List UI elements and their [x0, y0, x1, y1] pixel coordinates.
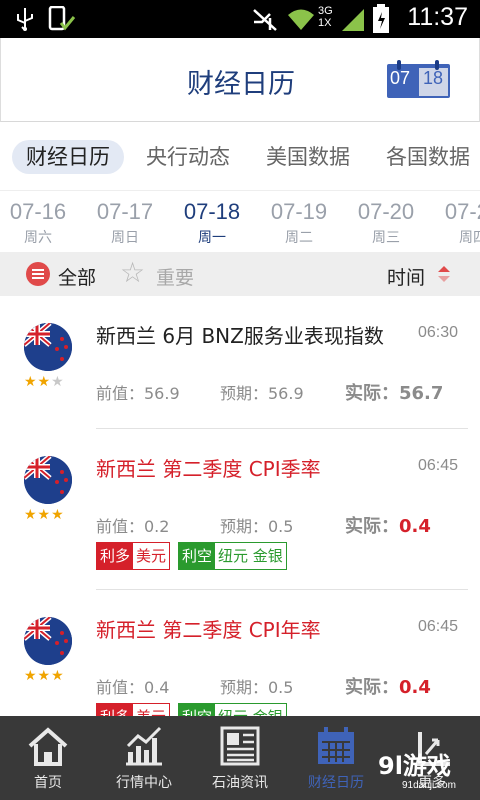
divider	[96, 428, 468, 429]
event-time: 06:45	[418, 618, 459, 635]
forecast-value: 预期：0.5	[220, 678, 294, 697]
bearish-tag: 利空纽元 金银	[178, 542, 287, 570]
date-item[interactable]: 07-20 周三	[346, 199, 426, 247]
home-icon	[28, 727, 68, 766]
category-tabs: 财经日历 央行动态 美国数据 各国数据	[0, 130, 480, 186]
date-item-selected[interactable]: 07-18 周一	[172, 199, 252, 247]
actual-value: 实际：0.4	[345, 677, 431, 698]
forecast-value: 预期：56.9	[220, 384, 304, 403]
nav-home[interactable]: 首页	[0, 716, 96, 800]
tab-country-data[interactable]: 各国数据	[386, 140, 470, 174]
importance-stars: ★★★	[24, 668, 65, 684]
event-time: 06:30	[418, 324, 459, 341]
nz-flag-icon	[24, 323, 72, 371]
nav-oil-news[interactable]: 石油资讯	[192, 716, 288, 800]
previous-value: 前值：0.4	[96, 678, 170, 697]
list-icon[interactable]	[26, 262, 50, 286]
watermark-logo: 9l游戏 91danji.com	[378, 752, 456, 791]
bullish-tag: 利多美元	[96, 542, 171, 570]
calendar-date-button[interactable]: 07 18	[387, 60, 450, 98]
battery-icon	[373, 4, 389, 33]
event-title: 新西兰 6月 BNZ服务业表现指数	[96, 324, 384, 348]
event-time: 06:45	[418, 457, 459, 474]
filter-all[interactable]: 全部	[58, 263, 96, 290]
date-strip: 07-16 周六 07-17 周日 07-18 周一 07-19 周二 07-20 周三 …	[0, 190, 480, 252]
nz-flag-icon	[24, 456, 72, 504]
status-time: 11:37	[407, 3, 468, 31]
calendar-icon	[318, 727, 354, 764]
status-bar: 3G 1X 11:37	[0, 0, 480, 38]
usb-icon	[17, 8, 33, 31]
calendar-month: 07	[390, 68, 411, 88]
tab-us-data[interactable]: 美国数据	[266, 140, 350, 174]
device-check-icon	[48, 6, 76, 31]
date-item[interactable]: 07-16 周六	[0, 199, 78, 247]
filter-important[interactable]: 重要	[156, 263, 194, 290]
nav-calendar[interactable]: 财经日历	[288, 716, 384, 800]
nav-market[interactable]: 行情中心	[96, 716, 192, 800]
network-label: 3G 1X	[318, 5, 333, 29]
news-icon	[220, 726, 260, 766]
importance-stars: ★★★	[24, 374, 65, 390]
previous-value: 前值：0.2	[96, 517, 170, 536]
forecast-value: 预期：0.5	[220, 517, 294, 536]
divider	[96, 589, 468, 590]
sort-arrows-icon[interactable]	[436, 264, 452, 284]
tab-central-bank[interactable]: 央行动态	[146, 140, 230, 174]
actual-value: 实际：56.7	[345, 383, 444, 404]
chart-icon	[126, 726, 162, 766]
date-item[interactable]: 07-19 周二	[259, 199, 339, 247]
star-outline-icon[interactable]: ☆	[120, 256, 145, 289]
event-title: 新西兰 第二季度 CPI年率	[96, 618, 321, 642]
actual-value: 实际：0.4	[345, 516, 431, 537]
date-item[interactable]: 07-21周四	[433, 199, 480, 247]
wifi-icon	[288, 9, 314, 30]
sort-time[interactable]: 时间	[387, 263, 425, 290]
nz-flag-icon	[24, 617, 72, 665]
importance-stars: ★★★	[24, 507, 65, 523]
signal-icon	[342, 9, 364, 31]
tab-calendar[interactable]: 财经日历	[12, 140, 124, 174]
previous-value: 前值：56.9	[96, 384, 180, 403]
filter-bar: 全部 ☆ 重要 时间	[0, 252, 480, 296]
calendar-day: 18	[423, 68, 444, 88]
date-item[interactable]: 07-17 周日	[85, 199, 165, 247]
mute-icon	[253, 9, 277, 31]
event-title: 新西兰 第二季度 CPI季率	[96, 457, 321, 481]
